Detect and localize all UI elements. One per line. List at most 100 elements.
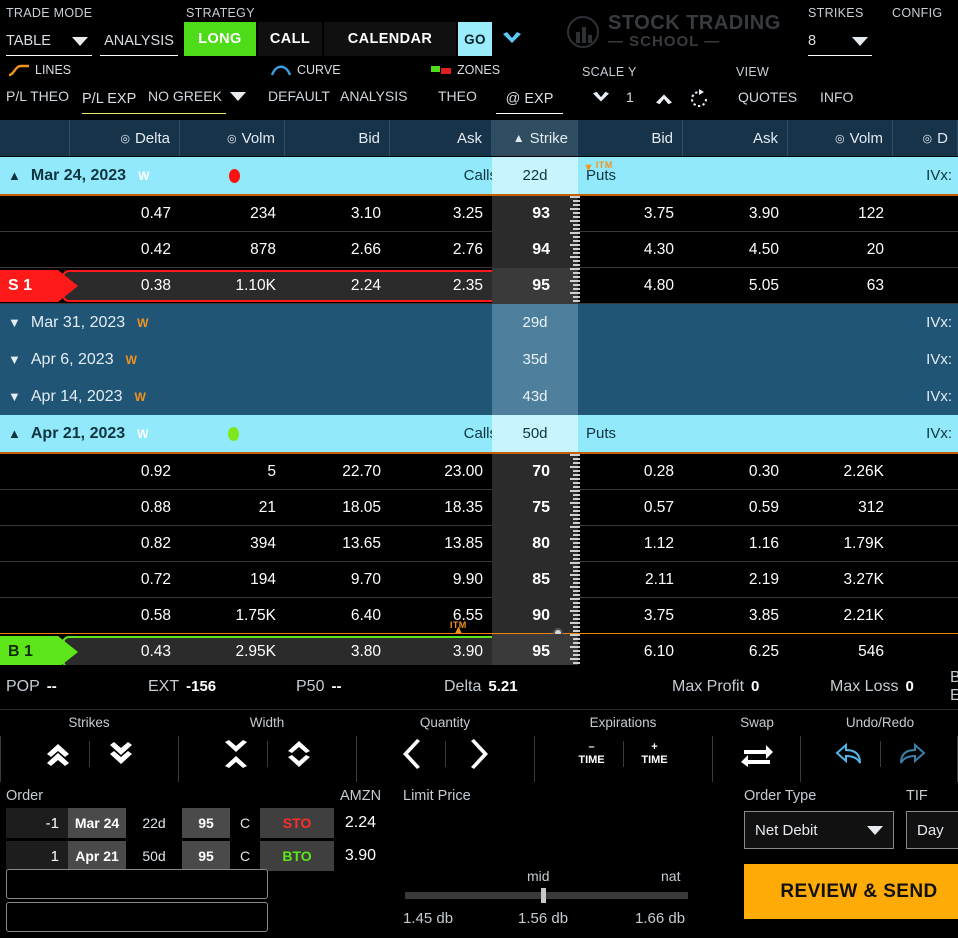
expiration-row-4[interactable]: ▲ Apr 21, 2023 W Calls 50d Puts IVx: — [0, 415, 958, 452]
price-slider-thumb[interactable] — [541, 888, 546, 903]
cell-put-bid[interactable]: 2.11 — [578, 571, 683, 589]
expiration-row-3[interactable]: ▼ Apr 14, 2023 W 43d IVx: — [0, 378, 958, 415]
header-volm-7[interactable]: ◎ Volm — [788, 120, 893, 156]
cell-strike[interactable]: 75 — [492, 489, 578, 526]
scale-y-decrease[interactable] — [590, 90, 612, 111]
strikes-down-button[interactable] — [90, 731, 152, 777]
cell-strike[interactable]: 95 — [492, 267, 578, 304]
config-button[interactable]: CONFIG — [892, 6, 942, 20]
expiration-row-2[interactable]: ▼ Apr 6, 2023 W 35d IVx: — [0, 341, 958, 378]
cell-call-ask[interactable]: 3.90 — [390, 643, 492, 661]
header-delta-0[interactable]: ◎ Delta — [70, 120, 180, 156]
expand-caret-icon[interactable]: ▲ — [8, 426, 21, 441]
quantity-decrease-button[interactable] — [383, 731, 445, 777]
view-info-tab[interactable]: INFO — [820, 89, 853, 105]
order-leg-1[interactable]: 1 Apr 21 50d 95 C BTO — [6, 841, 334, 871]
swap-button[interactable] — [726, 731, 788, 777]
leg-quantity[interactable]: -1 — [6, 808, 68, 838]
cell-put-ask[interactable]: 3.85 — [683, 607, 788, 625]
cell-put-bid[interactable]: 4.80 — [578, 277, 683, 295]
cell-call-ask[interactable]: 13.85 — [390, 535, 492, 553]
cell-strike[interactable]: 85 — [492, 561, 578, 598]
greek-select[interactable]: NO GREEK — [148, 88, 246, 104]
scale-y-increase[interactable] — [653, 90, 675, 111]
cell-call-bid[interactable]: 3.80 — [285, 643, 390, 661]
leg-expiration[interactable]: Mar 24 — [68, 808, 126, 838]
cell-put-bid[interactable]: 0.28 — [578, 463, 683, 481]
expand-caret-icon[interactable]: ▼ — [8, 389, 21, 404]
order-notes-field-2[interactable] — [6, 902, 268, 932]
cell-call-ask[interactable]: 2.35 — [390, 277, 492, 295]
curve-default-tab[interactable]: DEFAULT — [268, 88, 330, 104]
leg-expiration[interactable]: Apr 21 — [68, 841, 126, 871]
quantity-increase-button[interactable] — [446, 731, 508, 777]
undo-button[interactable] — [818, 731, 880, 777]
cell-strike[interactable]: 90 — [492, 597, 578, 634]
width-narrow-button[interactable] — [205, 731, 267, 777]
cell-call-bid[interactable]: 13.65 — [285, 535, 390, 553]
cell-put-bid[interactable]: 3.75 — [578, 205, 683, 223]
cell-put-ask[interactable]: 4.50 — [683, 241, 788, 259]
header-strike-4[interactable]: ▲ Strike — [492, 120, 578, 156]
header-bid-2[interactable]: Bid — [285, 120, 390, 156]
time-decrease-button[interactable]: – TIME — [561, 731, 623, 777]
strategy-button-long[interactable]: LONG — [184, 22, 256, 56]
cell-put-bid[interactable]: 6.10 — [578, 643, 683, 661]
order-leg-0[interactable]: -1 Mar 24 22d 95 C STO — [6, 808, 334, 838]
leg-strike[interactable]: 95 — [182, 808, 230, 838]
header-ask-6[interactable]: Ask — [683, 120, 788, 156]
leg-strike[interactable]: 95 — [182, 841, 230, 871]
redo-button[interactable] — [881, 731, 943, 777]
expiration-row-1[interactable]: ▼ Mar 31, 2023 W 29d IVx: — [0, 304, 958, 341]
cell-call-bid[interactable]: 2.24 — [285, 277, 390, 295]
table-row[interactable]: 0.38 1.10K 2.24 2.35 4.80 5.05 63 S 1 0.38 1.10K 2… — [0, 267, 958, 306]
cell-call-bid[interactable]: 2.66 — [285, 241, 390, 259]
lines-toggle[interactable]: LINES — [8, 63, 71, 77]
strategy-more-chevron[interactable] — [500, 30, 524, 53]
cell-call-ask[interactable]: 18.35 — [390, 499, 492, 517]
header-ask-3[interactable]: Ask — [390, 120, 492, 156]
table-row[interactable]: 0.72 194 9.70 9.90 2.11 2.19 3.27K 85 — [0, 561, 958, 600]
zones-atexp-tab[interactable]: @ EXP — [496, 85, 563, 114]
strategy-button-call[interactable]: CALL — [258, 22, 322, 56]
cell-call-ask[interactable]: 6.55 — [390, 607, 492, 625]
expand-caret-icon[interactable]: ▲ — [8, 168, 21, 183]
cell-put-ask[interactable]: 0.30 — [683, 463, 788, 481]
cell-call-bid[interactable]: 22.70 — [285, 463, 390, 481]
header-d-8[interactable]: ◎ D — [893, 120, 958, 156]
cell-call-ask[interactable]: 23.00 — [390, 463, 492, 481]
cell-call-bid[interactable]: 6.40 — [285, 607, 390, 625]
table-row[interactable]: 0.47 234 3.10 3.25 3.75 3.90 122 93 — [0, 195, 958, 234]
time-increase-button[interactable]: + TIME — [624, 731, 686, 777]
cell-put-ask[interactable]: 1.16 — [683, 535, 788, 553]
zones-toggle[interactable]: ZONES — [430, 63, 500, 77]
cell-put-bid[interactable]: 3.75 — [578, 607, 683, 625]
cell-put-ask[interactable]: 5.05 — [683, 277, 788, 295]
strikes-select[interactable]: 8 — [808, 27, 872, 56]
width-expand-button[interactable] — [268, 731, 330, 777]
table-row[interactable]: 0.43 2.95K 3.80 3.90 6.10 6.25 546 B 1 0.43 2.95K… — [0, 633, 958, 665]
go-button[interactable]: GO — [458, 22, 492, 56]
cell-put-ask[interactable]: 6.25 — [683, 643, 788, 661]
cell-put-ask[interactable]: 0.59 — [683, 499, 788, 517]
cell-strike[interactable]: 80 — [492, 525, 578, 562]
trade-mode-select[interactable]: TABLE — [6, 27, 92, 56]
expiration-row-0[interactable]: ▲ Mar 24, 2023 W Calls 22d Puts IVx: — [0, 157, 958, 194]
cell-call-ask[interactable]: 3.25 — [390, 205, 492, 223]
expand-caret-icon[interactable]: ▼ — [8, 352, 21, 367]
zones-theo-tab[interactable]: THEO — [438, 88, 477, 104]
cell-strike[interactable]: 95 — [492, 633, 578, 665]
cell-call-bid[interactable]: 3.10 — [285, 205, 390, 223]
header-bid-5[interactable]: Bid — [578, 120, 683, 156]
strikes-up-button[interactable] — [27, 731, 89, 777]
tif-select[interactable]: Day — [906, 811, 958, 849]
strategy-button-calendar[interactable]: CALENDAR — [324, 22, 456, 56]
table-row[interactable]: 0.42 878 2.66 2.76 4.30 4.50 20 94 — [0, 231, 958, 270]
table-row[interactable]: 0.58 1.75K 6.40 6.55 3.75 3.85 2.21K 90 — [0, 597, 958, 636]
cell-strike[interactable]: 94 — [492, 231, 578, 268]
order-type-select[interactable]: Net Debit — [744, 811, 894, 849]
header-volm-1[interactable]: ◎ Volm — [180, 120, 285, 156]
refresh-icon[interactable] — [688, 88, 710, 115]
leg-quantity[interactable]: 1 — [6, 841, 68, 871]
cell-call-ask[interactable]: 2.76 — [390, 241, 492, 259]
